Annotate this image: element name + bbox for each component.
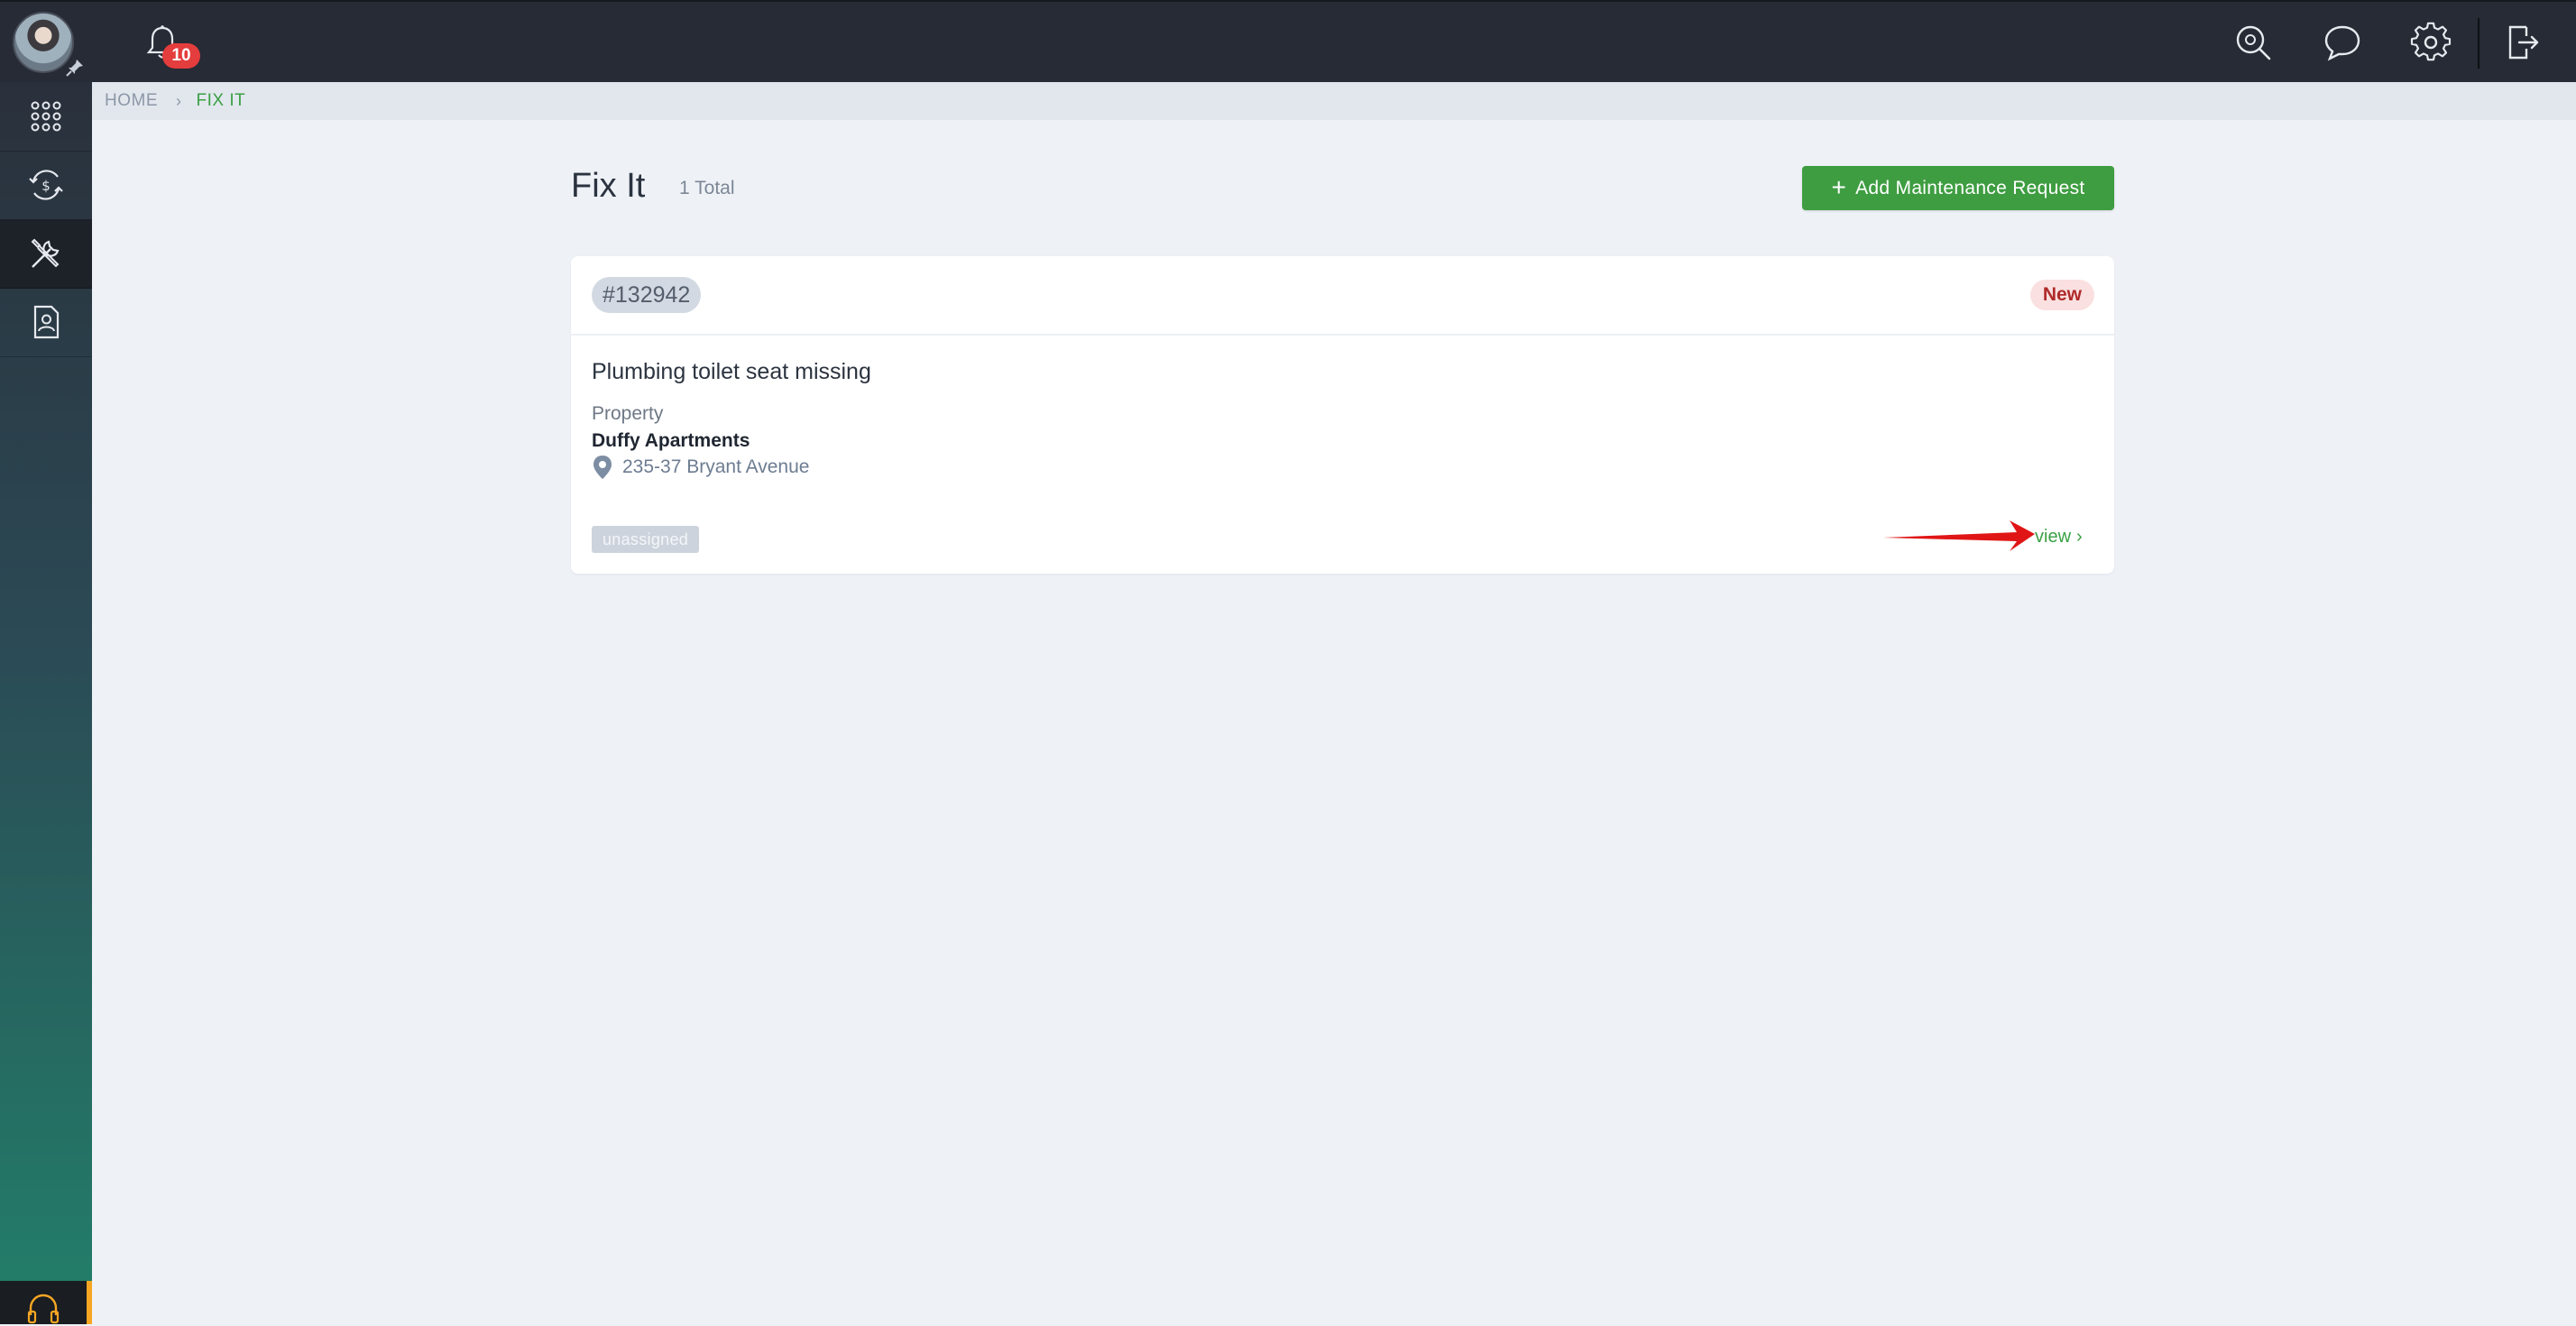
breadcrumb-home[interactable]: HOME bbox=[105, 91, 158, 111]
annotation-arrow-icon bbox=[1883, 520, 2035, 551]
breadcrumb: HOME › FIX IT bbox=[92, 82, 2576, 120]
plus-icon: + bbox=[1831, 172, 1847, 201]
breadcrumb-separator: › bbox=[176, 91, 182, 110]
address-text: 235-37 Bryant Avenue bbox=[622, 456, 810, 477]
apps-grid-icon bbox=[31, 101, 61, 132]
ticket-id-badge: #132942 bbox=[592, 277, 702, 313]
tools-icon bbox=[31, 238, 60, 268]
chevron-right-icon: › bbox=[2076, 527, 2083, 547]
add-button-label: Add Maintenance Request bbox=[1855, 177, 2085, 198]
dollar-cycle-icon: $ bbox=[29, 170, 63, 200]
search-icon[interactable] bbox=[2232, 22, 2274, 63]
logout-icon[interactable] bbox=[2501, 22, 2543, 63]
card-header: #132942 New bbox=[571, 256, 2114, 336]
add-maintenance-request-button[interactable]: + Add Maintenance Request bbox=[1802, 166, 2114, 210]
page-title: Fix It bbox=[571, 167, 646, 205]
request-title: Plumbing toilet seat missing bbox=[592, 359, 871, 384]
maintenance-request-card: #132942 New Plumbing toilet seat missing… bbox=[571, 256, 2114, 574]
view-request-link[interactable]: view › bbox=[2035, 527, 2083, 548]
status-badge: New bbox=[2029, 280, 2094, 310]
svg-text:$: $ bbox=[41, 178, 51, 194]
total-count: 1 Total bbox=[679, 178, 735, 198]
sidebar-item-payments[interactable]: $ bbox=[0, 151, 92, 220]
sidebar-item-fix-it[interactable] bbox=[0, 219, 92, 289]
sidebar-item-apps[interactable] bbox=[0, 82, 92, 152]
sidebar-item-documents[interactable] bbox=[0, 288, 92, 357]
headset-icon bbox=[27, 1294, 60, 1324]
pin-icon bbox=[66, 60, 83, 77]
property-address: 235-37 Bryant Avenue bbox=[592, 455, 809, 480]
support-button[interactable] bbox=[0, 1281, 92, 1324]
sidebar: $ bbox=[0, 82, 92, 1324]
assignment-badge: unassigned bbox=[592, 526, 700, 553]
breadcrumb-current: FIX IT bbox=[196, 91, 246, 110]
chat-icon[interactable] bbox=[2322, 22, 2363, 63]
top-bar: 10 bbox=[0, 0, 2576, 82]
property-name: Duffy Apartments bbox=[592, 430, 750, 451]
notification-count-badge: 10 bbox=[162, 43, 200, 69]
document-user-icon bbox=[33, 305, 60, 339]
gear-icon[interactable] bbox=[2410, 22, 2452, 63]
topbar-divider bbox=[2478, 18, 2479, 69]
support-accent bbox=[87, 1281, 92, 1324]
location-pin-icon bbox=[593, 456, 612, 479]
view-link-label: view bbox=[2035, 527, 2072, 547]
property-label: Property bbox=[592, 403, 664, 424]
